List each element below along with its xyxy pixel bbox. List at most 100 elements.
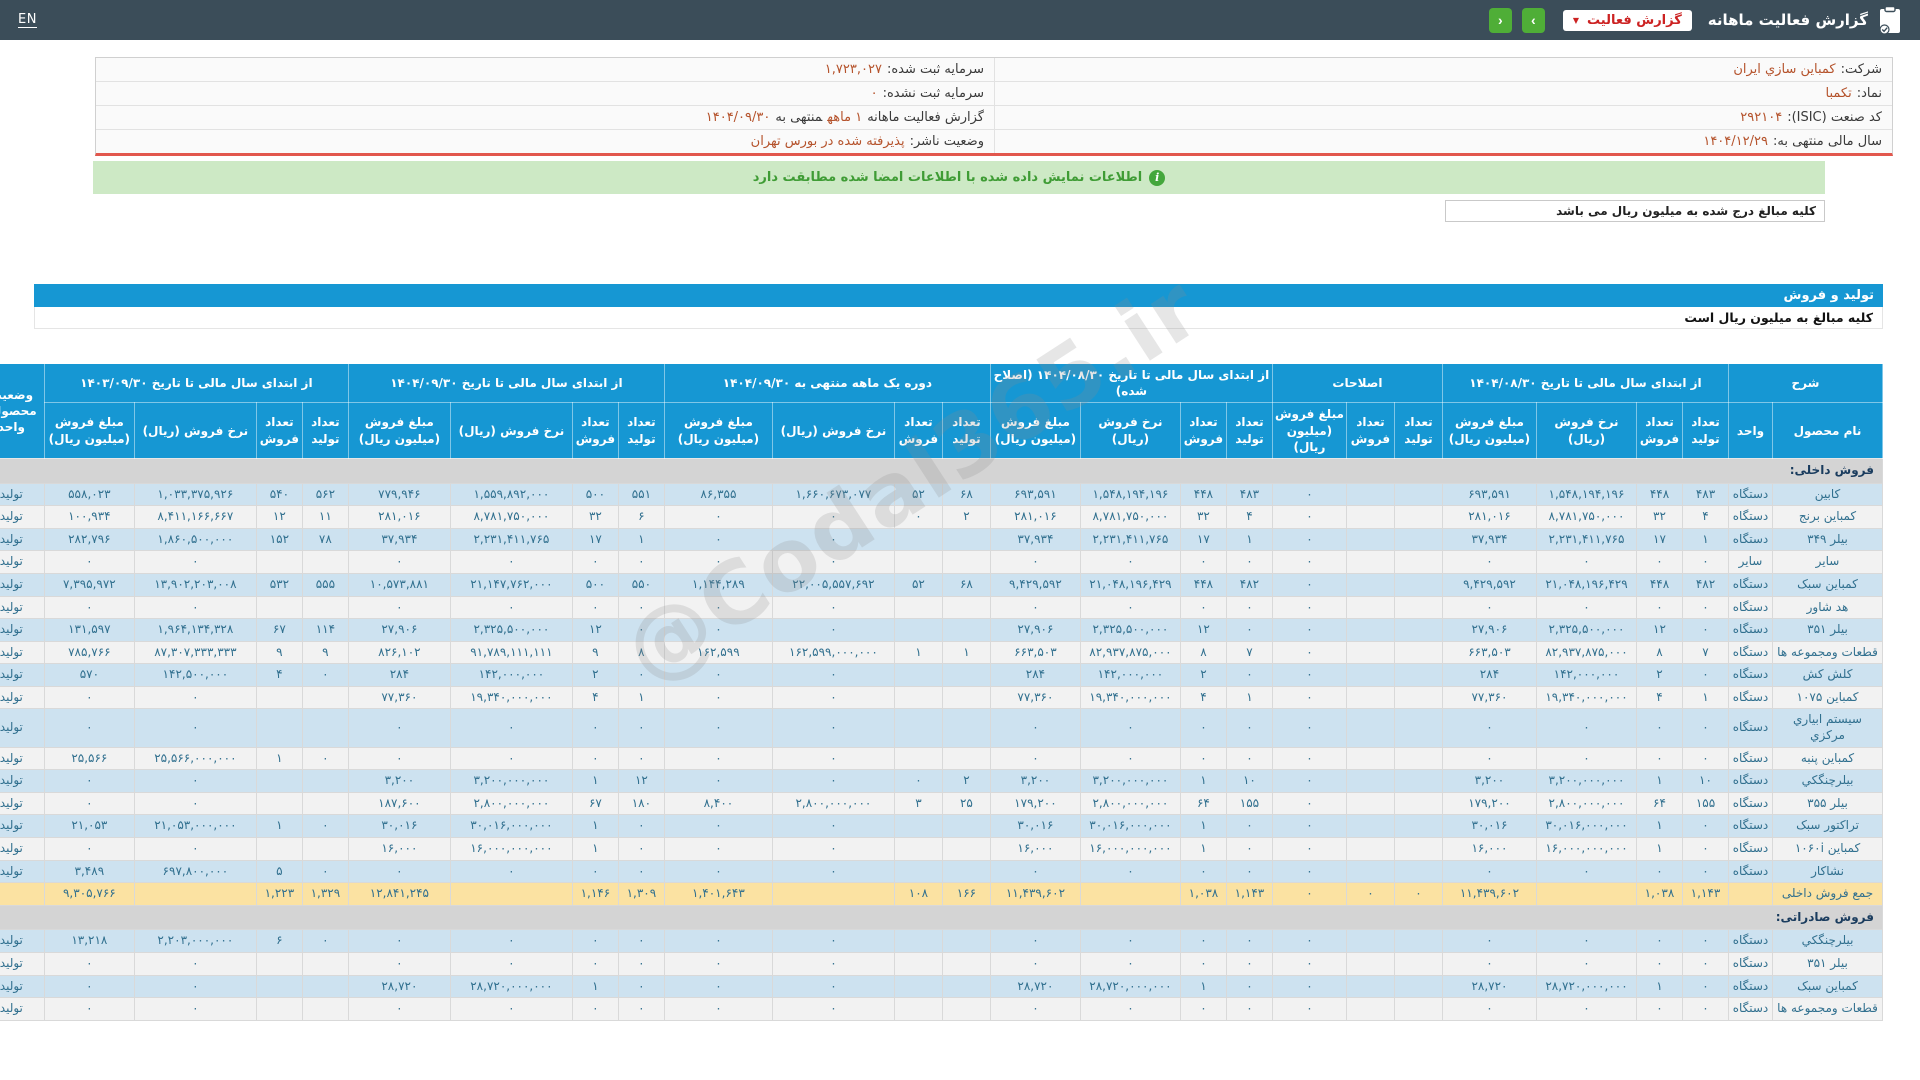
value-cell: ۰ <box>1271 769 1347 793</box>
value-cell <box>1345 572 1395 597</box>
value-cell <box>893 663 943 687</box>
unit-cell: دستگاه <box>1727 527 1774 552</box>
value-cell: ۷۸ <box>301 527 349 552</box>
header-col-qty_prod: تعداد تولید <box>617 402 665 459</box>
status-cell: تولید <box>0 974 45 999</box>
value-cell: ۴ <box>1179 685 1227 710</box>
value-cell: ۰ <box>43 791 135 816</box>
info-label: کد صنعت (ISIC): <box>1787 110 1882 125</box>
header-group-2: از ابتدای سال مالی تا تاریخ ۱۴۰۴/۰۸/۳۰ (… <box>989 362 1273 404</box>
value-cell: ۳۰,۰۱۶,۰۰۰,۰۰۰ <box>1535 814 1637 839</box>
product-name-cell: سیستم ابیاري مرکزي <box>1772 708 1883 748</box>
value-cell: ۶۹۷,۸۰۰,۰۰۰ <box>133 859 257 884</box>
value-cell: ۱۰۸ <box>893 882 943 906</box>
value-cell: ۶ <box>617 505 665 529</box>
value-cell: ۲ <box>1179 663 1227 687</box>
value-cell <box>301 769 349 793</box>
unit-cell: دستگاه <box>1727 572 1774 597</box>
value-cell: ۰ <box>1681 952 1729 976</box>
value-cell <box>941 527 991 552</box>
company-info-cell: سرمایه ثبت شده: ۱,۷۲۳,۰۲۷ <box>96 58 994 81</box>
info-label: گزارش فعالیت ماهانه <box>867 110 984 125</box>
value-cell: ۰ <box>449 859 573 884</box>
previous-report-button[interactable]: ‹ <box>1488 7 1512 33</box>
table-row: کمباین پنبه دستگاه ۰ ۰ ۰ ۰ ۰ ۰ ۰ ۰ ۰ ۰ ۰ ۰ ۰ ۰ ۰ ۰ ۱ ۲۵,۵۶۶… <box>0 746 1883 771</box>
value-cell: ۵۲ <box>893 572 943 597</box>
value-cell: ۱۵۵ <box>1225 791 1273 816</box>
value-cell: ۰ <box>1225 952 1273 976</box>
value-cell: ۲۱,۰۵۳,۰۰۰,۰۰۰ <box>133 814 257 839</box>
value-cell: ۱ <box>1635 837 1683 861</box>
value-cell: ۱۵۲ <box>255 527 303 552</box>
value-cell <box>941 618 991 642</box>
value-cell: ۱,۱۴۴,۲۸۹ <box>663 572 773 597</box>
product-name-cell: کمباین ۱۰۶۰i <box>1772 837 1883 861</box>
product-name-cell: قطعات ومجموعه ها <box>1772 640 1883 665</box>
value-cell: ۰ <box>347 859 451 884</box>
company-info-cell: سرمایه ثبت نشده: ۰ <box>96 82 994 105</box>
value-cell: ۰ <box>1079 929 1181 953</box>
value-cell: ۱۲ <box>1635 618 1683 642</box>
value-cell: ۱ <box>255 746 303 771</box>
value-cell: ۰ <box>1635 929 1683 953</box>
value-cell: ۲۷,۹۰۶ <box>347 618 451 642</box>
value-cell <box>941 550 991 574</box>
header-group-5: از ابتدای سال مالی تا تاریخ ۱۴۰۳/۰۹/۳۰ <box>43 362 349 404</box>
value-cell: ۰ <box>1635 997 1683 1021</box>
value-cell: ۱۴۲,۰۰۰,۰۰۰ <box>1535 663 1637 687</box>
value-cell <box>301 974 349 999</box>
value-cell <box>1345 837 1395 861</box>
value-cell: ۰ <box>1225 974 1273 999</box>
value-cell: ۰ <box>617 746 665 771</box>
unit-cell: دستگاه <box>1727 746 1774 771</box>
language-switch-en[interactable]: EN <box>18 12 37 28</box>
report-type-dropdown[interactable]: گزارش فعالیت ▼ <box>1562 9 1692 31</box>
value-cell: ۰ <box>1535 952 1637 976</box>
value-cell: ۲۸۴ <box>1441 663 1537 687</box>
product-name-cell: جمع فروش داخلی <box>1772 882 1883 906</box>
value-cell: ۳,۲۰۰ <box>989 769 1081 793</box>
value-cell: ۱ <box>893 640 943 665</box>
signature-notice-text: اطلاعات نمایش داده شده با اطلاعات امضا ش… <box>752 170 1143 185</box>
unit-cell: دستگاه <box>1727 791 1774 816</box>
unit-cell: دستگاه <box>1727 769 1774 793</box>
table-row: تراکتور سبک دستگاه ۰ ۱ ۳۰,۰۱۶,۰۰۰,۰۰۰ ۳۰,۰۱۶ ۰… <box>0 814 1883 839</box>
value-cell: ۳,۲۰۰,۰۰۰,۰۰۰ <box>1535 769 1637 793</box>
value-cell: ۰ <box>1271 746 1347 771</box>
status-cell: تولید <box>0 791 45 816</box>
value-cell: ۰ <box>1681 814 1729 839</box>
value-cell: ۱۸۷,۶۰۰ <box>347 791 451 816</box>
value-cell: ۰ <box>617 859 665 884</box>
table-row: هد شاور دستگاه ۰ ۰ ۰ ۰ ۰ ۰ ۰ ۰ ۰ ۰ ۰ ۰ ۰ ۰ ۰ ۰ ۰ تولید <box>0 595 1883 620</box>
info-value: تکمبا <box>1825 86 1852 101</box>
value-cell: ۰ <box>771 929 895 953</box>
value-cell: ۸,۷۸۱,۷۵۰,۰۰۰ <box>1079 505 1181 529</box>
value-cell: ۰ <box>1681 929 1729 953</box>
value-cell <box>1393 550 1443 574</box>
value-cell: ۱۳,۲۱۸ <box>43 929 135 953</box>
value-cell: ۰ <box>663 769 773 793</box>
clipboard-icon <box>1878 5 1902 35</box>
value-cell: ۱ <box>617 685 665 710</box>
value-cell <box>1345 791 1395 816</box>
value-cell: ۰ <box>989 746 1081 771</box>
value-cell: ۰ <box>1179 952 1227 976</box>
value-cell <box>1393 482 1443 507</box>
value-cell: ۱ <box>1179 769 1227 793</box>
value-cell: ۰ <box>43 708 135 748</box>
value-cell: ۱ <box>1179 814 1227 839</box>
value-cell: ۰ <box>1635 550 1683 574</box>
value-cell <box>1393 974 1443 999</box>
value-cell <box>1345 746 1395 771</box>
unit-cell: دستگاه <box>1727 814 1774 839</box>
value-cell <box>941 663 991 687</box>
next-report-button[interactable]: › <box>1521 7 1545 33</box>
value-cell <box>893 837 943 861</box>
value-cell <box>1345 769 1395 793</box>
value-cell: ۰ <box>1225 929 1273 953</box>
value-cell: ۱ <box>1635 769 1683 793</box>
table-row: سیستم ابیاري مرکزي دستگاه ۰ ۰ ۰ ۰ ۰ ۰ ۰ ۰ ۰ ۰ ۰ ۰ ۰ ۰ ۰ ۰… <box>0 708 1883 748</box>
value-cell: ۰ <box>1345 882 1395 906</box>
value-cell: ۸,۷۸۱,۷۵۰,۰۰۰ <box>1535 505 1637 529</box>
unit-cell: دستگاه <box>1727 663 1774 687</box>
